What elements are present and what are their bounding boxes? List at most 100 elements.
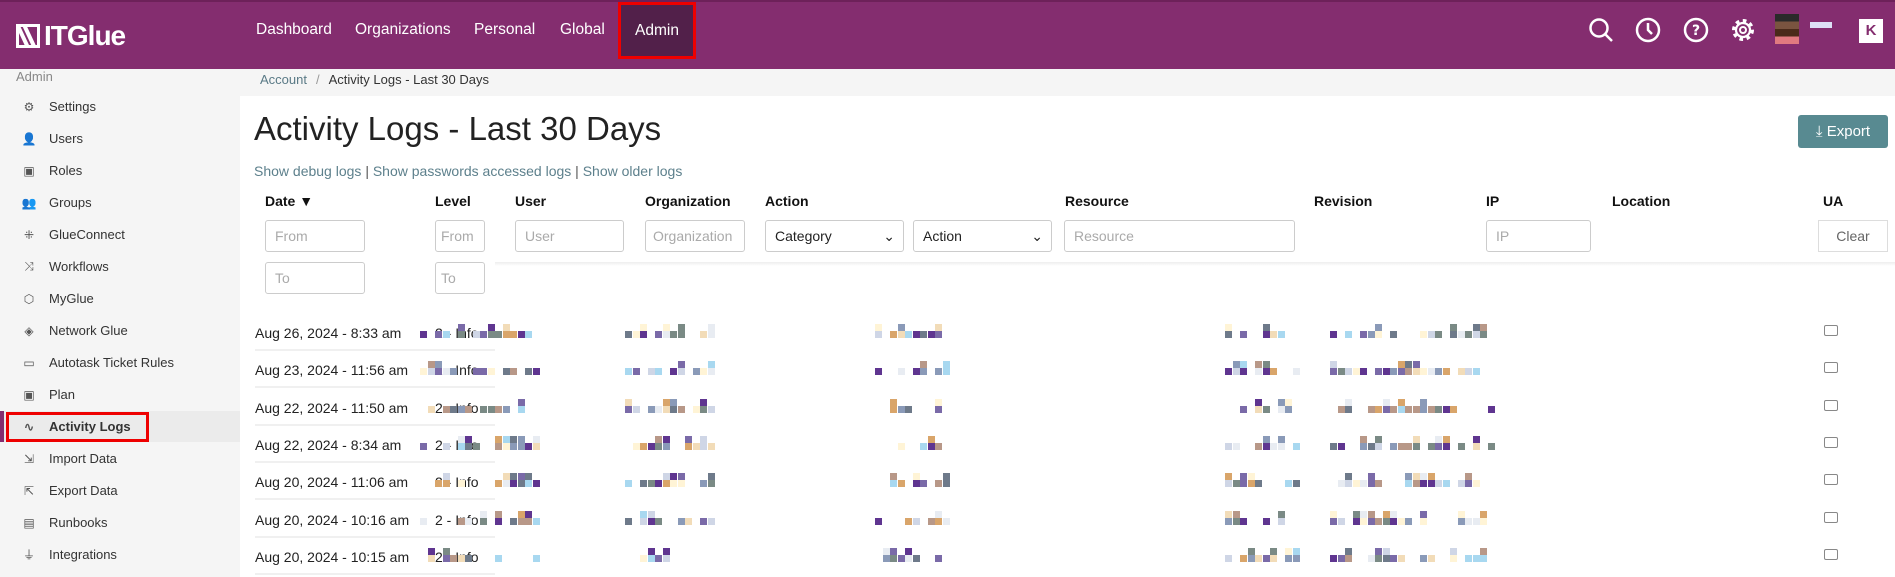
redacted-pixel [532, 368, 540, 376]
sidebar-item-import-data[interactable]: ⇲ Import Data [0, 443, 240, 474]
sidebar-item-plan[interactable]: ▣ Plan [0, 379, 240, 410]
redacted-pixel [1450, 547, 1457, 555]
ip-filter-input[interactable]: IP [1486, 220, 1591, 252]
nav-global[interactable]: Global [560, 2, 605, 69]
sidebar-item-workflows[interactable]: ⤨ Workflows [0, 251, 240, 282]
search-icon[interactable] [1587, 16, 1615, 44]
user-filter-input[interactable]: User [515, 220, 624, 252]
table-row[interactable]: Aug 22, 2024 - 8:34 am2 - Info [240, 426, 1895, 463]
redacted-pixel [700, 435, 707, 443]
show-older-logs-link[interactable]: Show older logs [583, 163, 683, 179]
table-row[interactable]: Aug 20, 2024 - 10:15 am2 - Info [240, 538, 1895, 575]
action-select[interactable]: Action ⌄ [913, 220, 1052, 252]
redacted-pixel [647, 510, 655, 518]
redacted-pixel [912, 473, 920, 481]
nav-dashboard[interactable]: Dashboard [256, 2, 332, 69]
redacted-pixel [625, 517, 632, 525]
table-row[interactable]: Aug 20, 2024 - 10:16 am2 - Info [240, 501, 1895, 538]
gear-icon[interactable] [1729, 16, 1757, 44]
redacted-pixel [662, 405, 670, 413]
avatar[interactable] [1775, 14, 1799, 44]
date-from-input[interactable]: From [265, 220, 365, 252]
sidebar-item-runbooks[interactable]: ▤ Runbooks [0, 507, 240, 538]
redacted-pixel [662, 473, 670, 481]
help-icon[interactable]: ? [1682, 16, 1710, 44]
redacted-pixel [677, 368, 685, 376]
header-user: User [515, 193, 547, 209]
sidebar-item-activity-logs[interactable]: ∿ Activity Logs [0, 411, 240, 442]
groups-icon: 👥 [21, 195, 37, 210]
header-date[interactable]: Date ▼ [265, 193, 313, 209]
sidebar-item-integrations[interactable]: ⏚ Integrations [0, 539, 240, 570]
redacted-pixel [1367, 517, 1375, 525]
user-agent-icon[interactable] [1824, 432, 1838, 448]
sidebar-item-users[interactable]: 👤 Users [0, 123, 240, 154]
redacted-pixel [517, 398, 525, 406]
link-separator: | [365, 163, 369, 179]
table-row[interactable]: Aug 23, 2024 - 11:56 am2 - Info [240, 351, 1895, 389]
redacted-pixel [532, 554, 540, 562]
table-row[interactable]: Aug 26, 2024 - 8:33 am2 - Info [240, 314, 1895, 351]
redacted-pixel [707, 480, 715, 488]
sidebar-item-export-data[interactable]: ⇱ Export Data [0, 475, 240, 506]
user-agent-icon[interactable] [1824, 395, 1838, 411]
nav-admin[interactable]: Admin [618, 2, 696, 59]
redacted-pixel [1225, 517, 1232, 525]
redacted-pixel [670, 405, 677, 413]
level-to-input[interactable]: To [435, 262, 485, 294]
redacted-pixel [480, 510, 487, 518]
show-debug-logs-link[interactable]: Show debug logs [254, 163, 361, 179]
redacted-pixel [1352, 368, 1360, 376]
itglue-logo[interactable]: ITGlue [16, 20, 126, 52]
top-nav-bar: ITGlue Dashboard Organizations Personal … [0, 0, 1895, 69]
user-agent-icon[interactable] [1824, 507, 1838, 523]
sidebar-item-myglue[interactable]: ⬡ MyGlue [0, 283, 240, 314]
redacted-pixel [1442, 368, 1450, 376]
redacted-pixel [1405, 517, 1412, 525]
table-row[interactable]: Aug 22, 2024 - 11:50 am2 - Info [240, 389, 1895, 426]
breadcrumb-account[interactable]: Account [260, 72, 307, 87]
redacted-pixel [1405, 473, 1412, 481]
export-button[interactable]: ⤓ Export [1798, 115, 1888, 148]
sidebar-item-label: Import Data [49, 451, 117, 466]
date-to-input[interactable]: To [265, 262, 365, 294]
sidebar-item-groups[interactable]: 👥 Groups [0, 187, 240, 218]
redacted-pixel [625, 368, 632, 376]
user-agent-icon[interactable] [1824, 469, 1838, 486]
show-passwords-accessed-logs-link[interactable]: Show passwords accessed logs [373, 163, 571, 179]
sidebar-item-roles[interactable]: ▣ Roles [0, 155, 240, 186]
kaseya-icon[interactable]: K [1859, 19, 1883, 43]
logo-text: ITGlue [44, 20, 126, 51]
category-select[interactable]: Category ⌄ [765, 220, 904, 252]
organization-filter-input[interactable]: Organization [645, 220, 745, 252]
user-agent-icon[interactable] [1824, 357, 1838, 374]
redacted-pixel [525, 331, 532, 338]
redacted-pixel [442, 473, 450, 481]
redacted-pixel [1382, 517, 1390, 525]
redacted-pixel [1270, 547, 1277, 555]
redacted-pixel [1472, 324, 1480, 331]
user-agent-icon[interactable] [1824, 544, 1838, 560]
user-name-redacted[interactable] [1810, 22, 1832, 28]
redacted-pixel [1420, 473, 1427, 481]
redacted-pixel [1450, 324, 1457, 331]
redacted-pixel [1292, 480, 1300, 488]
redacted-pixel [1352, 510, 1360, 518]
nav-personal[interactable]: Personal [474, 2, 535, 69]
redacted-pixel [1442, 442, 1450, 450]
redacted-pixel [1367, 473, 1375, 481]
level-from-input[interactable]: From [435, 220, 485, 252]
sidebar-item-glueconnect[interactable]: ⁜ GlueConnect [0, 219, 240, 250]
redacted-pixel [875, 331, 882, 338]
redacted-pixel [1255, 405, 1262, 413]
sidebar-item-autotask-ticket-rules[interactable]: ▭ Autotask Ticket Rules [0, 347, 240, 378]
sidebar-item-network-glue[interactable]: ◈ Network Glue [0, 315, 240, 346]
nav-organizations[interactable]: Organizations [355, 2, 451, 69]
clear-filters-button[interactable]: Clear [1818, 220, 1888, 252]
sidebar-item-label: Runbooks [49, 515, 108, 530]
clock-icon[interactable] [1634, 16, 1662, 44]
table-row[interactable]: Aug 20, 2024 - 11:06 am2 - Info [240, 463, 1895, 501]
user-agent-icon[interactable] [1824, 320, 1838, 336]
resource-filter-input[interactable]: Resource [1064, 220, 1295, 252]
sidebar-item-settings[interactable]: ⚙ Settings [0, 91, 240, 122]
